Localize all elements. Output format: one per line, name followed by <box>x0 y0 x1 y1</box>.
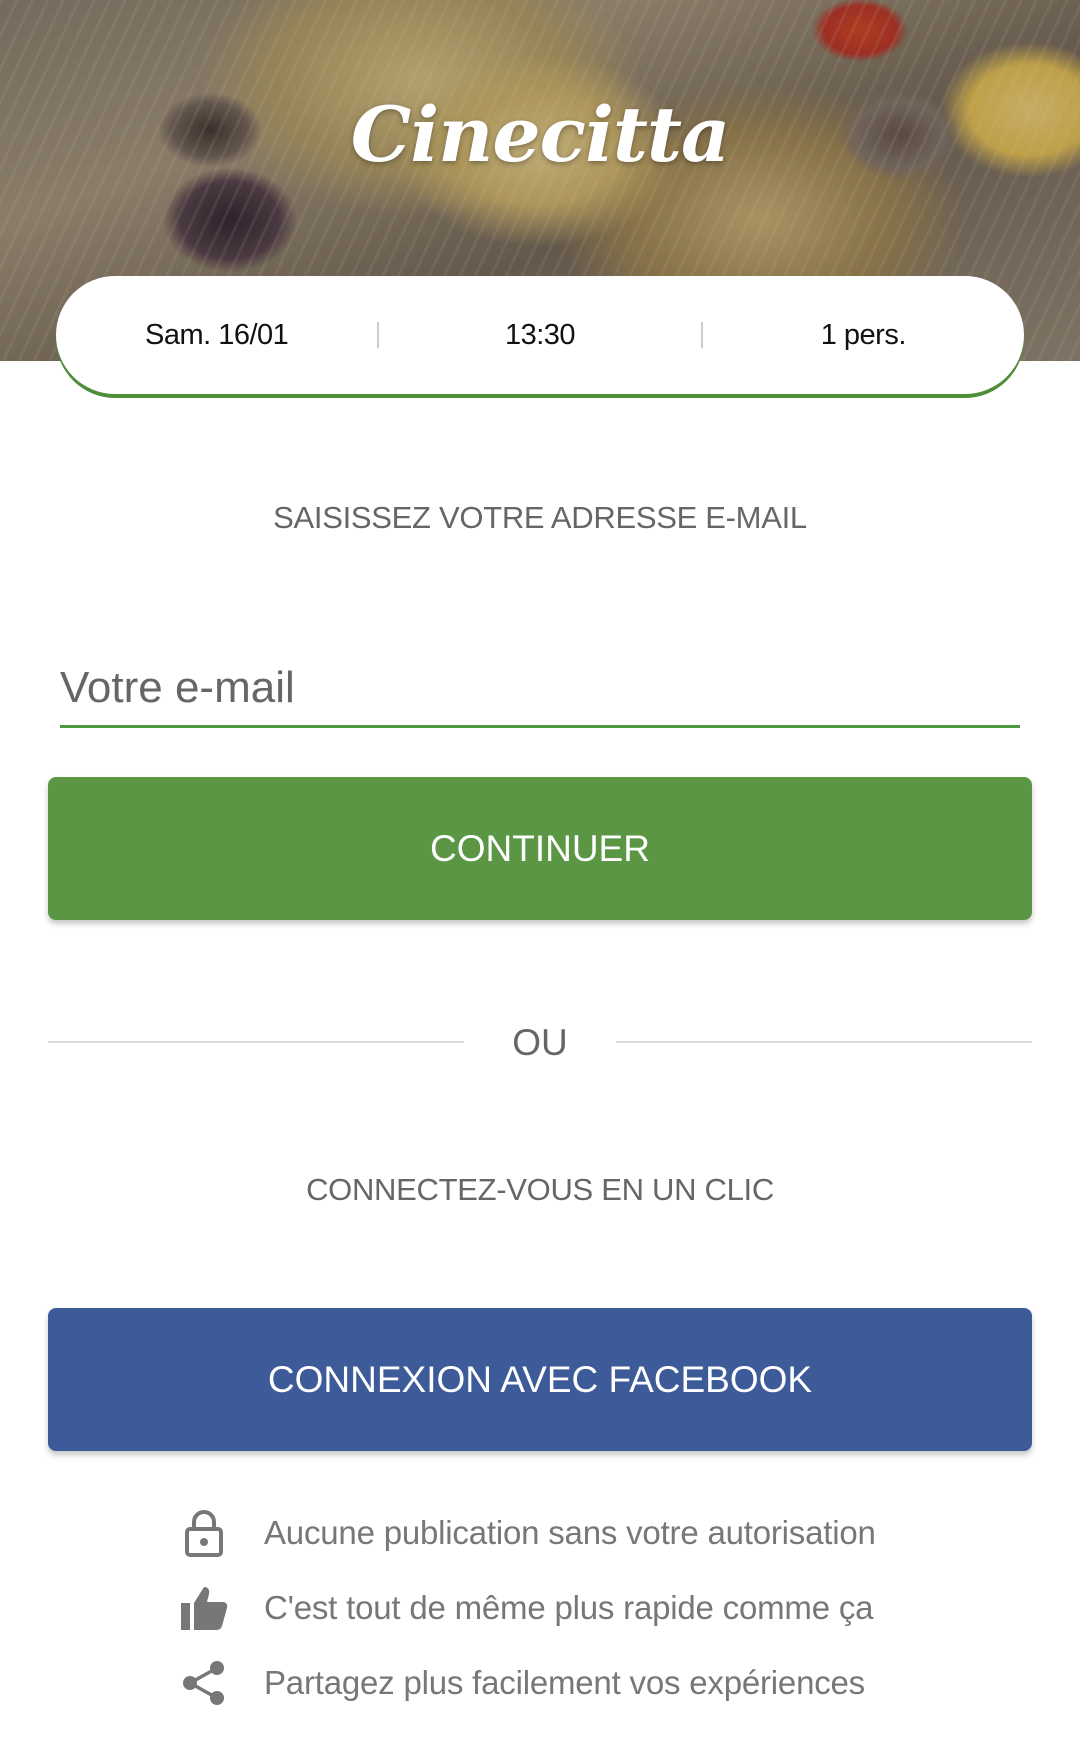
booking-date[interactable]: Sam. 16/01 <box>56 319 377 352</box>
benefit-text: Partagez plus facilement vos expériences <box>264 1663 865 1701</box>
benefit-text: C'est tout de même plus rapide comme ça <box>264 1588 874 1626</box>
email-prompt-heading: SAISISSEZ VOTRE ADRESSE E-MAIL <box>273 500 807 535</box>
share-icon <box>178 1657 230 1709</box>
booking-time[interactable]: 13:30 <box>379 319 700 352</box>
benefit-item: Aucune publication sans votre autorisati… <box>178 1495 1038 1570</box>
booking-summary-bar: Sam. 16/01 13:30 1 pers. <box>56 276 1024 394</box>
email-input[interactable] <box>60 650 1020 725</box>
booking-guests[interactable]: 1 pers. <box>703 319 1024 352</box>
email-field-container <box>60 650 1020 728</box>
or-divider-label: OU <box>512 1022 568 1063</box>
thumbs-up-icon <box>178 1582 230 1634</box>
one-click-heading: CONNECTEZ-VOUS EN UN CLIC <box>306 1172 774 1207</box>
restaurant-logo: Cinecitta <box>350 90 731 179</box>
benefit-item: Partagez plus facilement vos expériences <box>178 1645 1038 1720</box>
lock-icon <box>178 1507 230 1559</box>
divider-line-right <box>616 1041 1032 1043</box>
benefit-text: Aucune publication sans votre autorisati… <box>264 1513 876 1551</box>
facebook-login-button[interactable]: CONNEXION AVEC FACEBOOK <box>48 1308 1032 1451</box>
benefit-item: C'est tout de même plus rapide comme ça <box>178 1570 1038 1645</box>
benefits-list: Aucune publication sans votre autorisati… <box>178 1495 1038 1720</box>
continue-button[interactable]: CONTINUER <box>48 777 1032 920</box>
